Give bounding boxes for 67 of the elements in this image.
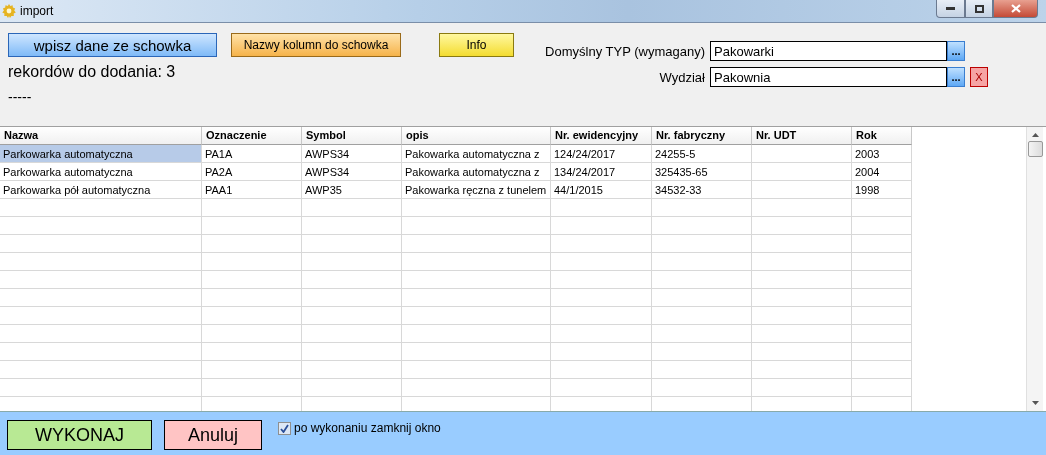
table-cell: 325435-65 [652,163,752,181]
column-header[interactable]: Nr. UDT [752,127,852,145]
column-header[interactable]: Symbol [302,127,402,145]
table-cell: Pakowarka automatyczna z [402,145,551,163]
table-cell: Parkowarka pół automatyczna [0,181,202,199]
checkbox[interactable] [278,421,291,435]
scroll-thumb[interactable] [1027,141,1043,157]
table-cell: 2003 [852,145,912,163]
column-header[interactable]: Rok [852,127,912,145]
status-text: ----- [8,89,33,105]
table-cell: 24255-5 [652,145,752,163]
table-cell [852,271,912,289]
table-cell: PAA1 [202,181,302,199]
table-cell: 134/24/2017 [551,163,652,181]
gear-icon [2,4,16,18]
table-cell [852,253,912,271]
copy-columns-button[interactable]: Nazwy kolumn do schowka [231,33,401,57]
scroll-down-icon[interactable] [1031,401,1039,405]
table-cell: PA2A [202,163,302,181]
cancel-button[interactable]: Anuluj [164,420,262,450]
table-cell: AWP35 [302,181,402,199]
table-cell: Parkowarka automatyczna [0,163,202,181]
table-cell [852,235,912,253]
table-cell: 124/24/2017 [551,145,652,163]
maximize-button[interactable] [965,0,993,18]
table-cell [852,217,912,235]
browse-button[interactable]: ... [947,67,965,87]
table-cell: Pakowarka automatyczna z [402,163,551,181]
table-cell [852,343,912,361]
execute-button[interactable]: WYKONAJ [7,420,152,450]
window-title: import [20,4,54,18]
table-cell: 44/1/2015 [551,181,652,199]
table-cell: 2004 [852,163,912,181]
scroll-up-icon[interactable] [1031,133,1039,137]
table-cell [852,325,912,343]
column-header[interactable]: Oznaczenie [202,127,302,145]
field-label: Wydział [658,69,705,85]
table-cell [852,199,912,217]
browse-button[interactable]: ... [947,41,965,61]
table-cell: AWPS34 [302,145,402,163]
column-header[interactable]: Nazwa [0,127,202,145]
column-header[interactable]: Nr. fabryczny [652,127,752,145]
maximize-icon [974,4,984,13]
close-button[interactable] [993,0,1038,18]
table-cell: 34532-33 [652,181,752,199]
table-cell: Parkowarka automatyczna [0,145,202,163]
column-header[interactable]: opis [402,127,551,145]
scrollbar[interactable] [1026,127,1043,411]
records-count: rekordów do dodania: 3 [8,63,177,81]
clear-button[interactable]: X [970,67,988,87]
close-icon [1010,4,1021,13]
table-cell [852,379,912,397]
table-cell [852,307,912,325]
minimize-button[interactable] [936,0,965,18]
table-cell: AWPS34 [302,163,402,181]
table-cell [852,361,912,379]
column-header[interactable]: Nr. ewidencyjny [551,127,652,145]
table-cell: 1998 [852,181,912,199]
minimize-icon [946,7,955,10]
info-button[interactable]: Info [439,33,514,57]
field-label: Domyślny TYP (wymagany) [545,43,705,59]
table-cell: Pakowarka ręczna z tunelem [402,181,551,199]
input-field[interactable]: Pakowarki [710,41,947,61]
table-cell [852,289,912,307]
table-cell: PA1A [202,145,302,163]
paste-button[interactable]: wpisz dane ze schowka [8,33,217,57]
input-field[interactable]: Pakownia [710,67,947,87]
